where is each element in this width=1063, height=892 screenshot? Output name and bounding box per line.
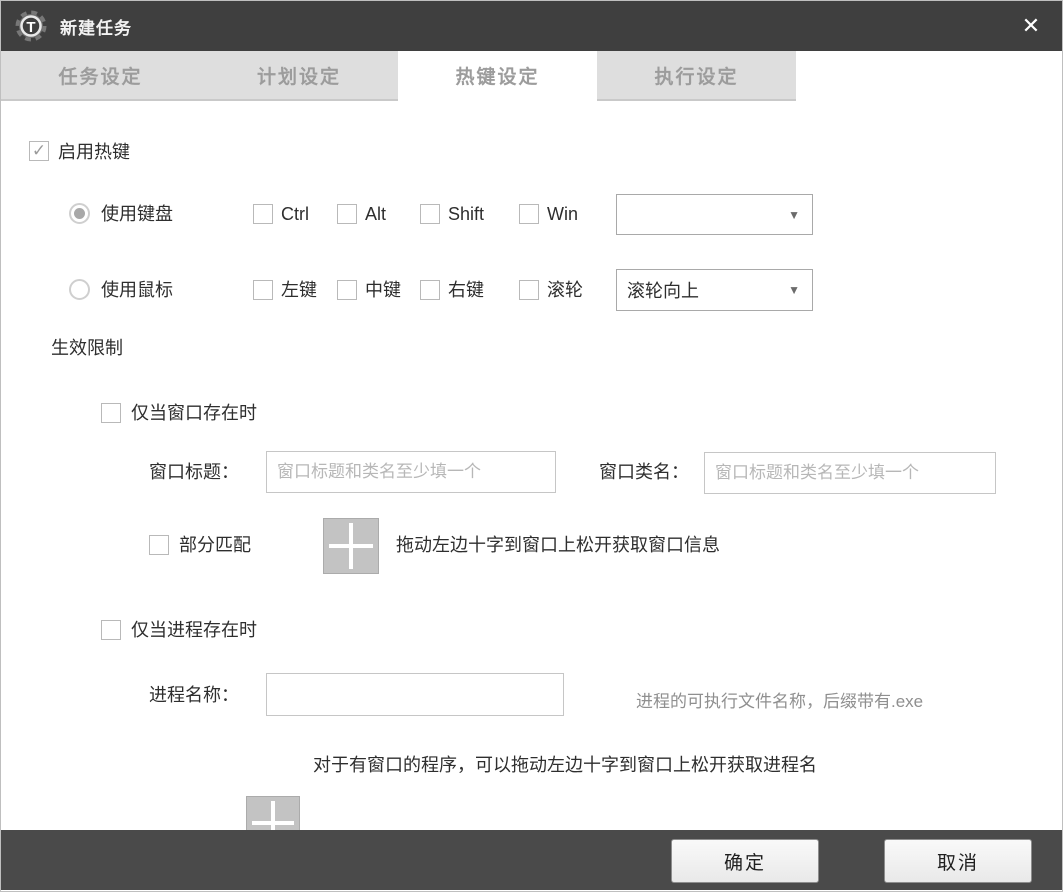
- cancel-button[interactable]: 取消: [884, 839, 1032, 883]
- shift-checkbox[interactable]: [420, 204, 440, 224]
- process-name-label: 进程名称：: [149, 685, 239, 705]
- new-task-dialog: T 新建任务 ✕ 任务设定 计划设定 热键设定 执行设定 ✓ 启用热键 使用键盘…: [0, 0, 1063, 892]
- use-mouse-radio[interactable]: [69, 279, 90, 300]
- close-icon[interactable]: ✕: [1010, 7, 1052, 45]
- process-exists-label: 仅当进程存在时: [131, 620, 257, 640]
- middle-button-label: 中键: [365, 280, 401, 300]
- window-title-input[interactable]: [266, 451, 556, 493]
- enable-hotkey-label: 启用热键: [58, 142, 130, 162]
- window-drag-hint: 拖动左边十字到窗口上松开获取窗口信息: [396, 535, 720, 555]
- process-name-hint: 进程的可执行文件名称，后缀带有.exe: [636, 692, 924, 711]
- app-logo-gear-icon: T: [15, 10, 47, 42]
- right-button-checkbox[interactable]: [420, 280, 440, 300]
- process-drag-hint: 对于有窗口的程序，可以拖动左边十字到窗口上松开获取进程名: [313, 755, 817, 775]
- check-icon: ✓: [31, 140, 47, 160]
- limits-section-label: 生效限制: [51, 338, 123, 358]
- window-exists-label: 仅当窗口存在时: [131, 403, 257, 423]
- wheel-direction-dropdown[interactable]: 滚轮向上 ▼: [616, 269, 813, 311]
- enable-hotkey-checkbox[interactable]: ✓: [29, 141, 49, 161]
- wheel-label: 滚轮: [547, 280, 583, 300]
- window-class-input[interactable]: [704, 452, 996, 494]
- alt-label: Alt: [365, 204, 387, 224]
- use-keyboard-label: 使用键盘: [101, 204, 173, 224]
- win-checkbox[interactable]: [519, 204, 539, 224]
- process-name-input[interactable]: [266, 673, 564, 716]
- left-button-label: 左键: [281, 280, 317, 300]
- alt-checkbox[interactable]: [337, 204, 357, 224]
- title-bar: T 新建任务 ✕: [1, 1, 1062, 51]
- partial-match-checkbox[interactable]: [149, 535, 169, 555]
- wheel-direction-value: 滚轮向上: [627, 281, 699, 301]
- wheel-checkbox[interactable]: [519, 280, 539, 300]
- tab-task-settings[interactable]: 任务设定: [1, 51, 200, 101]
- ok-button[interactable]: 确定: [671, 839, 819, 883]
- ctrl-checkbox[interactable]: [253, 204, 273, 224]
- tab-schedule-settings[interactable]: 计划设定: [200, 51, 398, 101]
- win-label: Win: [547, 204, 578, 224]
- tab-strip: 任务设定 计划设定 热键设定 执行设定: [1, 51, 1062, 101]
- chevron-down-icon: ▼: [788, 207, 800, 222]
- crosshair-window-drag-icon[interactable]: [323, 518, 379, 574]
- tab-execution-settings[interactable]: 执行设定: [597, 51, 796, 101]
- middle-button-checkbox[interactable]: [337, 280, 357, 300]
- footer-bar: 确定 取消: [1, 830, 1062, 890]
- use-keyboard-radio[interactable]: [69, 203, 90, 224]
- tab-hotkey-settings[interactable]: 热键设定: [398, 51, 597, 101]
- process-exists-checkbox[interactable]: [101, 620, 121, 640]
- shift-label: Shift: [448, 204, 485, 224]
- right-button-label: 右键: [448, 280, 484, 300]
- chevron-down-icon: ▼: [788, 283, 800, 297]
- ctrl-label: Ctrl: [281, 204, 309, 224]
- window-class-label: 窗口类名：: [599, 462, 689, 482]
- window-title: 新建任务: [60, 18, 132, 38]
- use-mouse-label: 使用鼠标: [101, 280, 173, 300]
- partial-match-label: 部分匹配: [179, 535, 251, 555]
- svg-text:T: T: [26, 19, 35, 36]
- key-select-dropdown[interactable]: ▼: [616, 194, 813, 235]
- left-button-checkbox[interactable]: [253, 280, 273, 300]
- window-title-label: 窗口标题：: [149, 462, 239, 482]
- window-exists-checkbox[interactable]: [101, 403, 121, 423]
